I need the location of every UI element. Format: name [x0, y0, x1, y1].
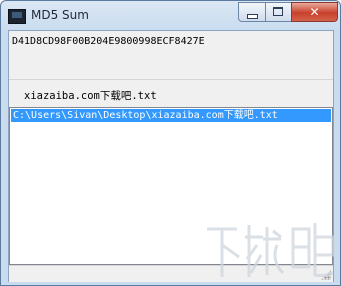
file-list-item-selected[interactable]: C:\Users\Sivan\Desktop\xiazaiba.com下载吧.t… [11, 109, 331, 122]
app-icon[interactable] [8, 9, 26, 24]
minimize-button[interactable] [238, 2, 266, 22]
maximize-icon [273, 7, 283, 16]
title-bar[interactable]: MD5 Sum ✕ [1, 1, 340, 29]
app-window: MD5 Sum ✕ D41D8CD98F00B204E9800998ECF842… [0, 0, 341, 286]
md5-hash-text: D41D8CD98F00B204E9800998ECF8427E [12, 36, 205, 47]
file-name-label: xiazaiba.com下载吧.txt [24, 90, 157, 102]
close-button[interactable]: ✕ [291, 2, 338, 22]
file-list[interactable]: C:\Users\Sivan\Desktop\xiazaiba.com下载吧.t… [9, 107, 333, 265]
maximize-button[interactable] [265, 2, 292, 22]
resize-grip-icon[interactable] [321, 270, 331, 280]
status-bar [9, 265, 333, 282]
close-icon: ✕ [309, 5, 320, 19]
client-area: D41D8CD98F00B204E9800998ECF8427E xiazaib… [8, 30, 334, 282]
minimize-icon [247, 14, 258, 19]
md5-result-field[interactable]: D41D8CD98F00B204E9800998ECF8427E [9, 31, 333, 80]
window-title: MD5 Sum [31, 8, 89, 22]
file-path-text: C:\Users\Sivan\Desktop\xiazaiba.com下载吧.t… [13, 110, 278, 121]
